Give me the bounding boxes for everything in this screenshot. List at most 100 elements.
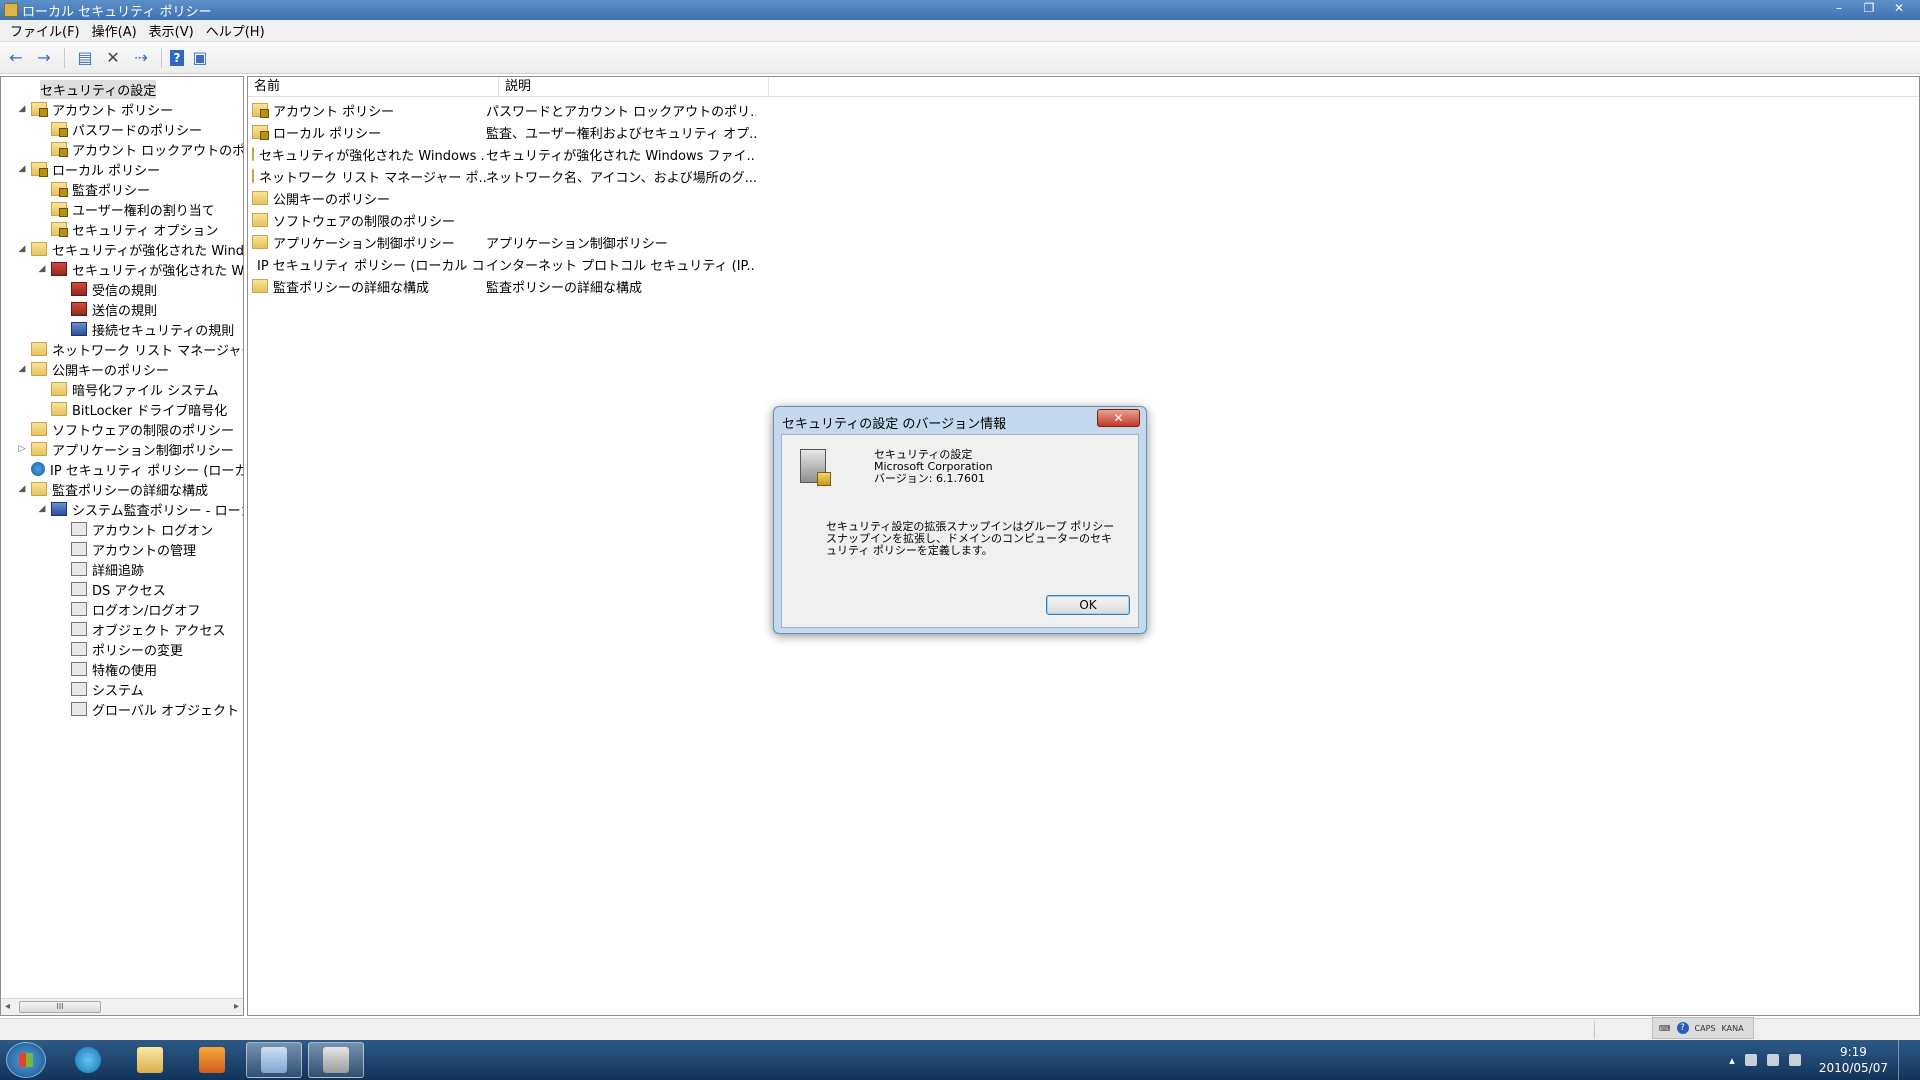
tree-item[interactable]: ◢ セキュリティが強化された Windows ファイアウォール xyxy=(17,239,243,259)
tree-item-label: セキュリティの設定 xyxy=(40,79,157,99)
menu-action[interactable]: 操作(A) xyxy=(86,21,143,40)
tree-item[interactable]: IP セキュリティ ポリシー (ローカル コンピューター) xyxy=(17,459,243,479)
folder-icon xyxy=(31,342,47,356)
list-item[interactable]: セキュリティが強化された Windows ... セキュリティが強化された Win… xyxy=(252,143,756,165)
list-item-name-cell: セキュリティが強化された Windows ... xyxy=(252,145,486,164)
tree-item[interactable]: 特権の使用 xyxy=(57,659,157,679)
help-icon[interactable]: ? xyxy=(170,49,184,66)
tree-item-label: システム監査ポリシー - ローカル グループ ポリシー オブジェクト xyxy=(72,503,243,519)
keyboard-icon: ⌨ xyxy=(1659,1023,1671,1033)
globe-icon xyxy=(31,462,45,476)
list-item-description: アプリケーション制御ポリシー xyxy=(486,236,668,252)
expand-arrow-icon[interactable]: ◢ xyxy=(17,364,27,374)
tree-item[interactable]: ◢ アカウント ポリシー xyxy=(17,99,173,119)
tree-item[interactable]: アカウントの管理 xyxy=(57,539,196,559)
tree-item[interactable]: オブジェクト アクセス xyxy=(57,619,225,639)
minimize-button[interactable]: – xyxy=(1826,0,1852,18)
list-item[interactable]: アカウント ポリシー パスワードとアカウント ロックアウトのポリ... xyxy=(252,99,756,121)
ok-button[interactable]: OK xyxy=(1046,595,1130,615)
menu-view[interactable]: 表示(V) xyxy=(143,21,200,40)
expand-arrow-icon[interactable]: ◢ xyxy=(17,164,27,174)
internet-explorer-icon xyxy=(75,1047,101,1073)
dialog-close-button[interactable]: ✕ xyxy=(1097,409,1140,427)
forward-arrow-icon[interactable]: → xyxy=(32,46,56,70)
tree-item[interactable]: 詳細追跡 xyxy=(57,559,144,579)
tree-item[interactable]: BitLocker ドライブ暗号化 xyxy=(37,399,227,419)
show-hide-console-tree-icon[interactable]: ▤ xyxy=(73,46,97,70)
tree-item-label: システム xyxy=(92,683,144,699)
list-item[interactable]: ソフトウェアの制限のポリシー xyxy=(252,209,756,231)
tree-item[interactable]: パスワードのポリシー xyxy=(37,119,202,139)
delete-icon[interactable]: ✕ xyxy=(101,46,125,70)
close-window-button[interactable]: ✕ xyxy=(1886,0,1912,18)
taskbar-local-security-policy[interactable] xyxy=(308,1042,364,1078)
expand-arrow-icon[interactable]: ◢ xyxy=(37,264,47,274)
tree-item-label: ソフトウェアの制限のポリシー xyxy=(52,423,235,439)
expand-arrow-icon[interactable]: ◢ xyxy=(17,244,27,254)
tree-item[interactable]: 送信の規則 xyxy=(57,299,157,319)
action-pane-icon[interactable]: ▣ xyxy=(188,46,212,70)
tree-item[interactable]: 接続セキュリティの規則 xyxy=(57,319,234,339)
taskbar-windows-explorer[interactable] xyxy=(122,1042,178,1078)
export-list-icon[interactable]: ⇢ xyxy=(129,46,153,70)
list-item[interactable]: 監査ポリシーの詳細な構成 監査ポリシーの詳細な構成 xyxy=(252,275,756,297)
tree-item[interactable]: ソフトウェアの制限のポリシー xyxy=(17,419,234,439)
tree-item[interactable]: ◢ ローカル ポリシー xyxy=(17,159,160,179)
taskbar-mmc-console[interactable] xyxy=(246,1042,302,1078)
network-icon[interactable] xyxy=(1766,1054,1779,1066)
tree-item[interactable]: ◢ セキュリティが強化された Windows ファイアウォール xyxy=(37,259,243,279)
scroll-right-arrow-icon[interactable]: ▸ xyxy=(234,1001,239,1012)
scroll-left-arrow-icon[interactable]: ◂ xyxy=(5,1001,10,1012)
taskbar: ▴ 9:19 2010/05/07 xyxy=(0,1040,1920,1080)
clock[interactable]: 9:19 2010/05/07 xyxy=(1819,1044,1888,1076)
expand-arrow-icon[interactable]: ◢ xyxy=(17,104,27,114)
show-desktop-button[interactable] xyxy=(1898,1040,1910,1080)
tree-item[interactable]: DS アクセス xyxy=(57,579,166,599)
list-item[interactable]: IP セキュリティ ポリシー (ローカル コ... インターネット プロトコル セ… xyxy=(252,253,756,275)
tree-item[interactable]: ◢ システム監査ポリシー - ローカル グループ ポリシー オブジェクト xyxy=(37,499,243,519)
tree-item[interactable]: セキュリティの設定 xyxy=(5,79,157,99)
folder-icon xyxy=(31,442,47,456)
column-header-name[interactable]: 名前 xyxy=(248,77,499,97)
menu-help[interactable]: ヘルプ(H) xyxy=(200,21,271,40)
list-item[interactable]: アプリケーション制御ポリシー アプリケーション制御ポリシー xyxy=(252,231,756,253)
expand-arrow-icon[interactable]: ◢ xyxy=(17,484,27,494)
back-arrow-icon[interactable]: ← xyxy=(4,46,28,70)
language-bar[interactable]: ⌨ ? CAPS KANA xyxy=(1652,1017,1754,1039)
list-item[interactable]: ローカル ポリシー 監査、ユーザー権利およびセキュリティ オプ... xyxy=(252,121,756,143)
ime-help-icon[interactable]: ? xyxy=(1676,1022,1689,1034)
tree-horizontal-scrollbar[interactable]: ◂ III ▸ xyxy=(1,998,243,1015)
tree-item[interactable]: 暗号化ファイル システム xyxy=(37,379,219,399)
lockfolder-icon xyxy=(51,122,68,137)
tree-item[interactable]: ▷ アプリケーション制御ポリシー xyxy=(17,439,234,459)
tree-item[interactable]: ポリシーの変更 xyxy=(57,639,183,659)
tree-item[interactable]: システム xyxy=(57,679,144,699)
tree-item[interactable]: アカウント ログオン xyxy=(57,519,213,539)
scrollbar-thumb[interactable]: III xyxy=(19,1001,101,1013)
list-item[interactable]: 公開キーのポリシー xyxy=(252,187,756,209)
audit-icon xyxy=(71,582,87,596)
expand-arrow-icon[interactable]: ▷ xyxy=(17,444,27,454)
tree-item[interactable]: 受信の規則 xyxy=(57,279,157,299)
column-header-description[interactable]: 説明 xyxy=(499,77,769,97)
tree-item[interactable]: ◢ 監査ポリシーの詳細な構成 xyxy=(17,479,208,499)
volume-icon[interactable] xyxy=(1788,1054,1801,1066)
tree-item[interactable]: ユーザー権利の割り当て xyxy=(37,199,215,219)
taskbar-media-player[interactable] xyxy=(184,1042,240,1078)
action-center-flag-icon[interactable] xyxy=(1744,1054,1757,1066)
tree-item[interactable]: セキュリティ オプション xyxy=(37,219,218,239)
maximize-button[interactable]: ❐ xyxy=(1856,0,1882,18)
expand-arrow-icon[interactable]: ◢ xyxy=(37,504,47,514)
lockfolder-icon xyxy=(51,182,68,197)
tree-item[interactable]: アカウント ロックアウトのポリシー xyxy=(37,139,243,159)
start-button[interactable] xyxy=(6,1042,46,1078)
tree-item[interactable]: グローバル オブジェクト アクセスの監査 xyxy=(57,699,243,719)
tree-item[interactable]: ネットワーク リスト マネージャー ポリシー xyxy=(17,339,243,359)
menu-file[interactable]: ファイル(F) xyxy=(4,21,86,40)
tree-item[interactable]: 監査ポリシー xyxy=(37,179,150,199)
tree-item[interactable]: ◢ 公開キーのポリシー xyxy=(17,359,169,379)
show-hidden-icons-icon[interactable]: ▴ xyxy=(1729,1054,1735,1067)
tree-item[interactable]: ログオン/ログオフ xyxy=(57,599,200,619)
list-item[interactable]: ネットワーク リスト マネージャー ポ... ネットワーク名、アイコン、および場所… xyxy=(252,165,756,187)
taskbar-internet-explorer[interactable] xyxy=(60,1042,116,1078)
